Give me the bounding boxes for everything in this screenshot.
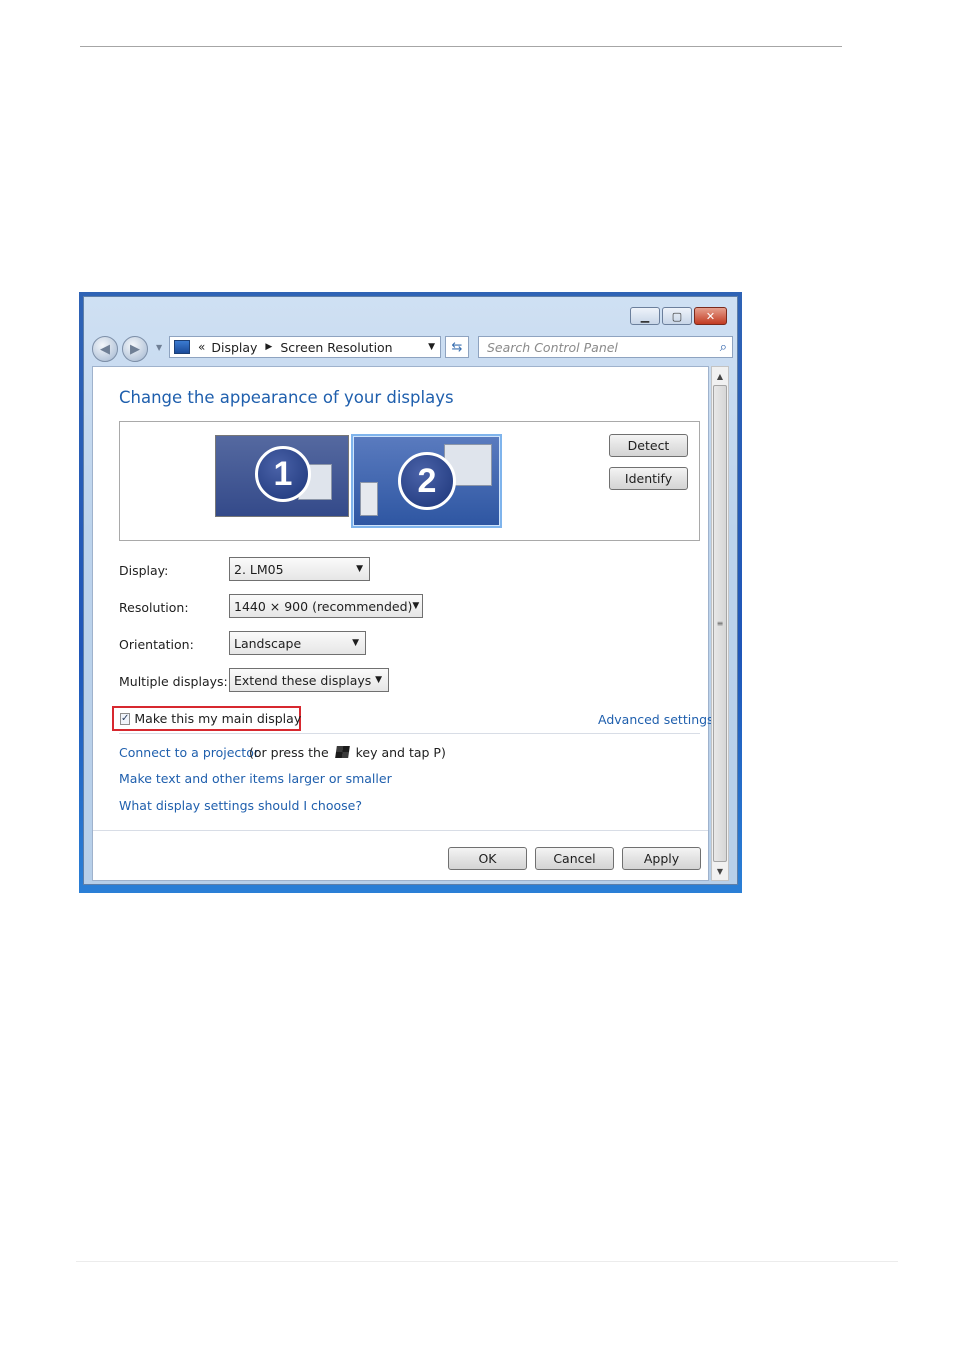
scroll-thumb[interactable]: ≡ bbox=[713, 385, 727, 862]
detect-button[interactable]: Detect bbox=[609, 434, 688, 457]
minimize-button[interactable]: ▁ bbox=[630, 307, 660, 325]
address-dropdown-icon[interactable]: ▼ bbox=[428, 342, 435, 352]
search-placeholder: Search Control Panel bbox=[487, 339, 618, 355]
monitor-1[interactable]: 1 bbox=[215, 435, 349, 517]
breadcrumb-separator-icon[interactable]: ▶ bbox=[265, 342, 272, 352]
projector-hint-suffix: key and tap P) bbox=[355, 745, 446, 760]
monitor-2[interactable]: 2 bbox=[351, 434, 502, 528]
display-select[interactable]: 2. LM05 ▼ bbox=[229, 557, 370, 581]
vertical-scrollbar[interactable]: ▲ ≡ ▼ bbox=[711, 366, 729, 881]
resolution-select[interactable]: 1440 × 900 (recommended) ▼ bbox=[229, 594, 423, 618]
display-settings-help-link[interactable]: What display settings should I choose? bbox=[119, 798, 362, 813]
close-icon: ✕ bbox=[705, 309, 716, 323]
close-button[interactable]: ✕ bbox=[694, 307, 727, 325]
forward-arrow-icon: ▶ bbox=[130, 341, 140, 357]
multiple-displays-select-value: Extend these displays bbox=[234, 672, 372, 688]
main-display-checkbox-label[interactable]: Make this my main display bbox=[134, 711, 301, 726]
main-display-checkbox-row[interactable]: ✓ Make this my main display bbox=[112, 706, 301, 731]
breadcrumb-display[interactable]: Display bbox=[211, 340, 257, 355]
projector-hint: (or press the key and tap P) bbox=[249, 745, 446, 760]
caption-buttons: ▁ ▢ ✕ bbox=[630, 307, 727, 325]
address-bar[interactable]: « Display ▶ Screen Resolution ▼ bbox=[169, 336, 441, 358]
search-icon[interactable]: ⌕ bbox=[720, 340, 727, 355]
chevron-down-icon: ▼ bbox=[412, 601, 420, 611]
refresh-icon: ⇆ bbox=[451, 339, 463, 355]
display-select-value: 2. LM05 bbox=[234, 561, 284, 577]
chevron-down-icon: ▼ bbox=[352, 638, 359, 648]
breadcrumb-screen-resolution[interactable]: Screen Resolution bbox=[280, 340, 392, 355]
footer-divider bbox=[93, 830, 708, 831]
connect-projector-link[interactable]: Connect to a projector bbox=[119, 745, 259, 760]
screen-resolution-window: ▁ ▢ ✕ ◀ ▶ ▼ « Display ▶ Screen Resolutio… bbox=[79, 292, 742, 893]
orientation-label: Orientation: bbox=[119, 637, 194, 652]
ok-button[interactable]: OK bbox=[448, 847, 527, 870]
chevron-down-icon: ▼ bbox=[356, 564, 363, 574]
resolution-select-value: 1440 × 900 (recommended) bbox=[234, 598, 413, 614]
display-preview: 1 2 Detect Identify bbox=[119, 421, 700, 541]
windows-logo-icon bbox=[334, 746, 350, 758]
orientation-select-value: Landscape bbox=[234, 635, 302, 651]
display-label: Display: bbox=[119, 563, 169, 578]
monitor-number-badge: 2 bbox=[398, 452, 456, 510]
multiple-displays-select[interactable]: Extend these displays ▼ bbox=[229, 668, 389, 692]
control-panel-icon bbox=[174, 340, 190, 354]
refresh-button[interactable]: ⇆ bbox=[445, 336, 469, 358]
chevron-down-icon: ▼ bbox=[375, 675, 382, 685]
back-arrow-icon: ◀ bbox=[100, 341, 110, 357]
main-display-checkbox[interactable]: ✓ bbox=[120, 712, 131, 725]
maximize-button[interactable]: ▢ bbox=[662, 307, 692, 325]
navigation-bar: ◀ ▶ ▼ « Display ▶ Screen Resolution ▼ ⇆ … bbox=[92, 334, 733, 362]
divider bbox=[119, 733, 700, 734]
page-top-rule bbox=[80, 46, 842, 47]
grip-icon: ≡ bbox=[716, 619, 724, 628]
forward-button[interactable]: ▶ bbox=[122, 336, 148, 362]
maximize-icon: ▢ bbox=[671, 309, 683, 323]
apply-button[interactable]: Apply bbox=[622, 847, 701, 870]
minimize-icon: ▁ bbox=[640, 309, 650, 323]
advanced-settings-link[interactable]: Advanced settings bbox=[598, 712, 714, 727]
back-button[interactable]: ◀ bbox=[92, 336, 118, 362]
window-frame: ▁ ▢ ✕ ◀ ▶ ▼ « Display ▶ Screen Resolutio… bbox=[83, 296, 738, 885]
cancel-button[interactable]: Cancel bbox=[535, 847, 614, 870]
resolution-label: Resolution: bbox=[119, 600, 189, 615]
page-title: Change the appearance of your displays bbox=[119, 388, 454, 407]
sidebar-thumbnail-icon bbox=[360, 482, 378, 516]
scroll-up-icon[interactable]: ▲ bbox=[712, 368, 728, 384]
text-size-link[interactable]: Make text and other items larger or smal… bbox=[119, 771, 392, 786]
page-bottom-rule bbox=[76, 1261, 898, 1262]
identify-button[interactable]: Identify bbox=[609, 467, 688, 490]
recent-pages-dropdown-icon[interactable]: ▼ bbox=[156, 343, 162, 352]
search-input[interactable]: Search Control Panel ⌕ bbox=[478, 336, 733, 358]
breadcrumb-overflow[interactable]: « bbox=[198, 340, 205, 354]
monitor-number-badge: 1 bbox=[255, 446, 311, 502]
orientation-select[interactable]: Landscape ▼ bbox=[229, 631, 366, 655]
multiple-displays-label: Multiple displays: bbox=[119, 674, 228, 689]
content-area: Change the appearance of your displays 1… bbox=[92, 366, 714, 881]
projector-hint-prefix: (or press the bbox=[249, 745, 329, 760]
scroll-down-icon[interactable]: ▼ bbox=[712, 863, 728, 879]
